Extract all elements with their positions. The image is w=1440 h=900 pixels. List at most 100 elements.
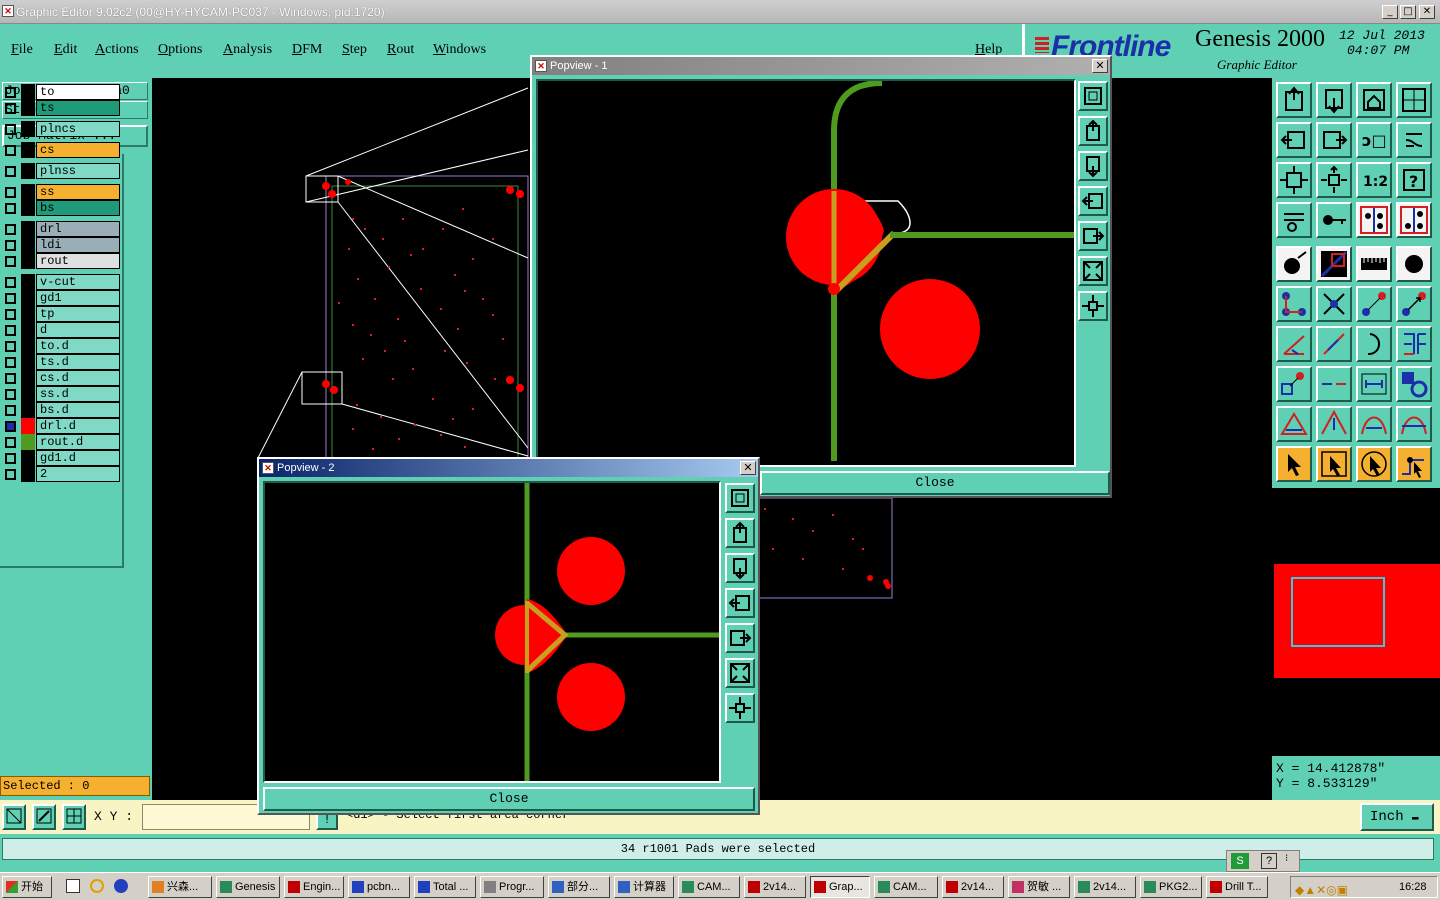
layer-checkbox[interactable]	[5, 240, 16, 251]
triangle-up-tool[interactable]	[1316, 406, 1352, 442]
layer-color-swatch[interactable]	[21, 142, 35, 158]
split-line-tool[interactable]	[1316, 366, 1352, 402]
layer-checkbox[interactable]	[5, 325, 16, 336]
net-select-tool[interactable]	[1356, 202, 1392, 238]
net-connect-tool[interactable]	[1396, 202, 1432, 238]
desktop-icon[interactable]	[66, 879, 80, 893]
layer-color-swatch[interactable]	[21, 84, 35, 100]
popview-1-zoom-out-button[interactable]	[1078, 291, 1108, 321]
layer-checkbox[interactable]	[5, 277, 16, 288]
layer-row-to-d[interactable]: to.d	[2, 338, 120, 354]
minimize-button[interactable]: _	[1382, 5, 1398, 19]
copy-pad-tool[interactable]	[1396, 286, 1432, 322]
popview-1-pan-up-button[interactable]	[1078, 116, 1108, 146]
pad-add-tool[interactable]	[1276, 246, 1312, 282]
layer-row-ss-d[interactable]: ss.d	[2, 386, 120, 402]
arc-tool[interactable]	[1356, 326, 1392, 362]
layer-row-to[interactable]: to	[2, 84, 120, 100]
popview-2-pan-right-button[interactable]	[725, 623, 755, 653]
layer-color-swatch[interactable]	[21, 290, 35, 306]
layer-color-swatch[interactable]	[21, 370, 35, 386]
pad-snap-tool[interactable]	[1276, 366, 1312, 402]
layer-checkbox[interactable]	[5, 373, 16, 384]
popview-1-titlebar[interactable]: ✕ Popview - 1 ✕	[532, 57, 1110, 75]
snap-mode-button[interactable]	[2, 804, 26, 830]
taskbar-item[interactable]: 部分...	[548, 876, 610, 898]
dot-tool[interactable]	[1396, 246, 1432, 282]
menu-step[interactable]: Step	[342, 42, 367, 58]
home-view-tool[interactable]	[1356, 82, 1392, 118]
help-tool[interactable]: ?	[1396, 162, 1432, 198]
clock-icon[interactable]	[90, 879, 104, 893]
menu-file[interactable]: File	[11, 42, 33, 58]
layer-row-ts-d[interactable]: ts.d	[2, 354, 120, 370]
select-net-tool[interactable]	[1396, 446, 1432, 482]
surface-tool[interactable]	[1316, 246, 1352, 282]
scale-1-2-tool[interactable]: 1:2	[1356, 162, 1392, 198]
layer-row-bs[interactable]: bs	[2, 200, 120, 216]
layer-checkbox[interactable]	[5, 357, 16, 368]
taskbar-item[interactable]: 2v14...	[744, 876, 806, 898]
layer-checkbox[interactable]	[5, 389, 16, 400]
layer-row-drl[interactable]: drl	[2, 221, 120, 237]
triangle-tool[interactable]	[1276, 406, 1312, 442]
popview-2-canvas[interactable]	[263, 481, 721, 783]
ime-bar[interactable]: S ? ⁝	[1226, 850, 1300, 872]
move-pad-tool[interactable]	[1356, 286, 1392, 322]
menu-dfm[interactable]: DFM	[292, 42, 322, 58]
taskbar-item[interactable]: Progr...	[480, 876, 544, 898]
snap-tool[interactable]	[1396, 122, 1432, 158]
layer-checkbox[interactable]	[5, 309, 16, 320]
layer-row-rout[interactable]: rout	[2, 253, 120, 269]
delete-cross-tool[interactable]	[1316, 286, 1352, 322]
layer-checkbox[interactable]	[5, 437, 16, 448]
select-pointer-tool[interactable]	[1276, 446, 1312, 482]
browser-icon[interactable]	[114, 879, 128, 893]
ime-menu-icon[interactable]: ⁝	[1285, 853, 1288, 864]
layer-row-v-cut[interactable]: v-cut	[2, 274, 120, 290]
taskbar-item[interactable]: 计算器	[614, 876, 674, 898]
taskbar-item[interactable]: Total ...	[414, 876, 476, 898]
window-view-tool[interactable]	[1396, 82, 1432, 118]
layer-color-swatch[interactable]	[21, 466, 35, 482]
layer-checkbox[interactable]	[5, 469, 16, 480]
layer-checkbox[interactable]	[5, 87, 16, 98]
tray-icons[interactable]: ◆▲✕◎▣	[1295, 880, 1348, 900]
layer-color-swatch[interactable]	[21, 253, 35, 269]
menu-options[interactable]: Options	[158, 42, 202, 58]
layer-row-bs-d[interactable]: bs.d	[2, 402, 120, 418]
ime-help-icon[interactable]: ?	[1261, 853, 1277, 869]
popview-2-titlebar[interactable]: ✕ Popview - 2 ✕	[259, 459, 758, 477]
popview-2-close-button[interactable]: Close	[263, 787, 755, 811]
key-tool[interactable]	[1316, 202, 1352, 238]
layer-checkbox[interactable]	[5, 453, 16, 464]
layer-down-tool[interactable]	[1316, 82, 1352, 118]
taskbar-item[interactable]: 2v14...	[1074, 876, 1136, 898]
start-button[interactable]: 开始	[2, 876, 52, 898]
layer-row-drl-d[interactable]: drl.d	[2, 418, 120, 434]
mirror-tool[interactable]: ɔ□	[1356, 122, 1392, 158]
layer-color-swatch[interactable]	[21, 386, 35, 402]
layer-checkbox[interactable]	[5, 166, 16, 177]
layer-color-swatch[interactable]	[21, 274, 35, 290]
maximize-button[interactable]: □	[1400, 5, 1416, 19]
select-box-tool[interactable]	[1316, 446, 1352, 482]
menu-rout[interactable]: Rout	[387, 42, 414, 58]
layer-color-swatch[interactable]	[21, 200, 35, 216]
layer-color-swatch[interactable]	[21, 221, 35, 237]
layer-row-rout-d[interactable]: rout.d	[2, 434, 120, 450]
layer-checkbox[interactable]	[5, 124, 16, 135]
settings-tool[interactable]	[1276, 202, 1312, 238]
popview-1-canvas[interactable]	[536, 79, 1076, 467]
line-angle-tool[interactable]	[1276, 326, 1312, 362]
layer-row-ts[interactable]: ts	[2, 100, 120, 116]
taskbar-item[interactable]: Drill T...	[1206, 876, 1268, 898]
layer-row-d[interactable]: d	[2, 322, 120, 338]
popview-1-close-icon[interactable]: ✕	[1092, 59, 1108, 73]
layer-checkbox[interactable]	[5, 405, 16, 416]
popview-1-pan-right-button[interactable]	[1078, 221, 1108, 251]
arch-tool[interactable]	[1356, 406, 1392, 442]
popview-2-zoom-home-button[interactable]	[725, 483, 755, 513]
pan-right-tool[interactable]	[1316, 122, 1352, 158]
layer-color-swatch[interactable]	[21, 306, 35, 322]
